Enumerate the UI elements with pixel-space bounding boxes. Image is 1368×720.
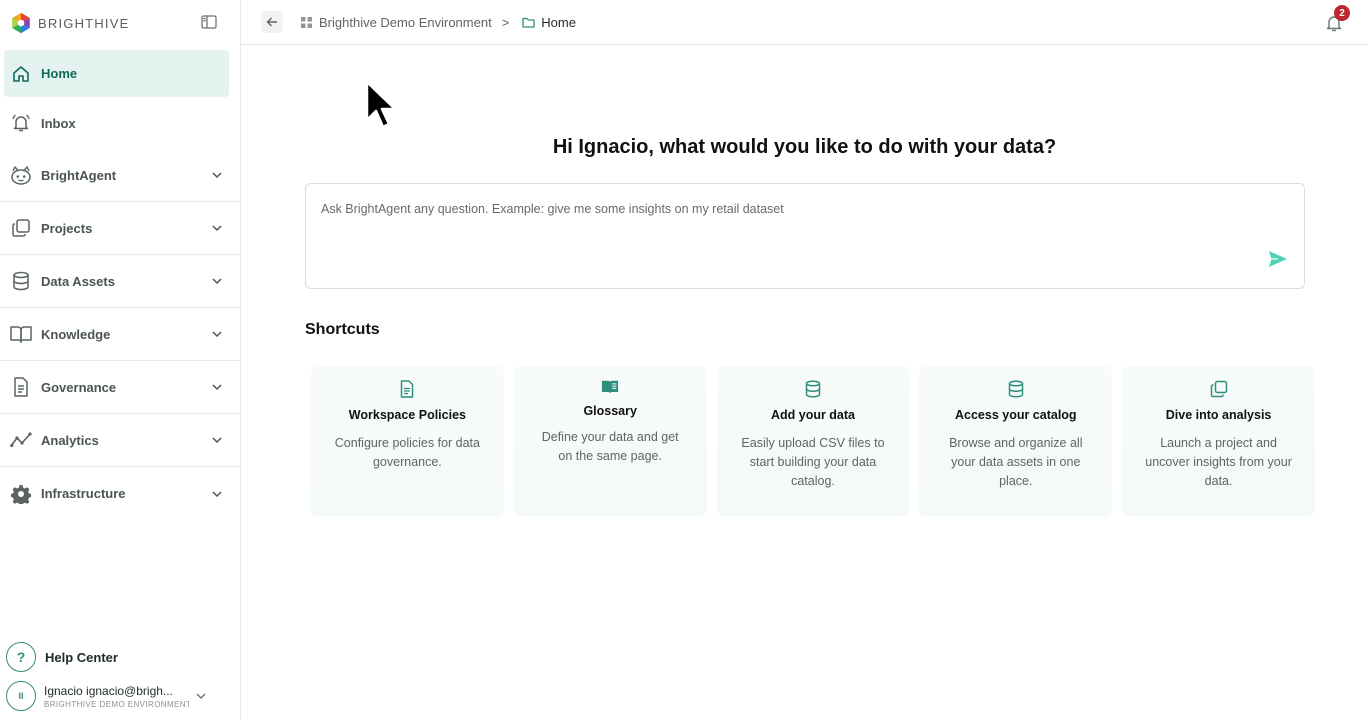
copy-icon (10, 217, 32, 239)
user-info: Ignacio ignacio@brigh... BRIGHTHIVE DEMO… (44, 684, 189, 709)
sidebar-item-projects[interactable]: Projects (0, 202, 240, 255)
sidebar-item-knowledge[interactable]: Knowledge (0, 308, 240, 361)
shortcut-access-your-catalog[interactable]: Access your catalog Browse and organize … (919, 366, 1113, 516)
document-icon (401, 380, 414, 398)
chevron-down-icon (212, 172, 222, 179)
chevron-down-icon (212, 490, 222, 497)
chevron-down-icon (212, 331, 222, 338)
document-icon (10, 376, 32, 398)
breadcrumb-label: Brighthive Demo Environment (319, 14, 492, 30)
sidebar-item-label: Infrastructure (41, 486, 126, 501)
shortcut-description: Configure policies for data governance. (334, 436, 480, 469)
shortcut-description: Browse and organize all your data assets… (949, 436, 1083, 488)
database-icon (10, 270, 32, 292)
shortcut-dive-into-analysis[interactable]: Dive into analysis Launch a project and … (1122, 366, 1315, 516)
home-icon (10, 63, 32, 85)
shortcut-title: Access your catalog (954, 408, 1077, 422)
book-open-icon (10, 323, 32, 345)
sidebar-item-home[interactable]: Home (4, 50, 229, 97)
top-bar: Brighthive Demo Environment > Home 2 (241, 0, 1368, 45)
page-title: Hi Ignacio, what would you like to do wi… (552, 136, 1057, 158)
breadcrumb-separator: > (501, 14, 510, 30)
sidebar-item-analytics[interactable]: Analytics (0, 414, 240, 467)
send-icon[interactable] (1268, 250, 1288, 268)
arrow-left-icon (266, 17, 277, 27)
brighthive-logo (12, 12, 30, 34)
breadcrumb: Brighthive Demo Environment > Home (299, 14, 576, 30)
brand[interactable]: BRIGHTHIVE (10, 11, 129, 35)
shortcut-title: Workspace Policies (348, 408, 466, 422)
shortcut-add-your-data[interactable]: Add your data Easily upload CSV files to… (716, 366, 910, 516)
sidebar-item-data-assets[interactable]: Data Assets (0, 255, 240, 308)
sidebar-item-label: Analytics (41, 432, 99, 448)
brand-name: BRIGHTHIVE (38, 15, 130, 31)
user-menu[interactable]: II Ignacio ignacio@brigh... BRIGHTHIVE D… (6, 680, 234, 712)
sidebar: BRIGHTHIVE Home Inbox BrightAgent Projec… (0, 0, 241, 720)
database-icon (805, 380, 821, 398)
shortcut-title: Glossary (583, 404, 637, 418)
chevron-down-icon (212, 278, 222, 285)
avatar: II (6, 681, 36, 711)
shortcut-description: Easily upload CSV files to start buildin… (741, 436, 885, 488)
help-center-link[interactable]: ? Help Center (6, 642, 118, 672)
shortcuts-row: Workspace Policies Configure policies fo… (311, 366, 1315, 516)
collapse-sidebar-button[interactable] (200, 13, 218, 31)
gear-icon (10, 483, 32, 505)
back-button[interactable] (261, 11, 283, 33)
trend-icon (10, 429, 32, 451)
sidebar-nav: Home Inbox BrightAgent Projects Data Ass… (0, 50, 240, 520)
sidebar-item-label: Governance (41, 379, 117, 395)
shortcut-description: Define your data and get on the same pag… (541, 430, 679, 463)
book-icon (602, 380, 619, 394)
sidebar-item-infrastructure[interactable]: Infrastructure (0, 467, 240, 520)
sidebar-item-label: Home (41, 66, 78, 81)
grid-icon (299, 15, 313, 29)
user-environment: BRIGHTHIVE DEMO ENVIRONMENT (44, 699, 189, 709)
bell-icon (10, 112, 32, 134)
shortcut-glossary[interactable]: Glossary Define your data and get on the… (513, 366, 707, 516)
chevron-down-icon (196, 693, 206, 699)
sidebar-item-label: Knowledge (41, 326, 111, 342)
user-name: Ignacio ignacio@brigh... (44, 683, 173, 698)
ask-brightagent-input[interactable] (321, 199, 1221, 219)
sidebar-item-inbox[interactable]: Inbox (0, 97, 240, 149)
breadcrumb-environment[interactable]: Brighthive Demo Environment (299, 15, 492, 30)
breadcrumb-home[interactable]: Home (521, 15, 576, 30)
main-content: Hi Ignacio, what would you like to do wi… (241, 46, 1368, 720)
shortcut-workspace-policies[interactable]: Workspace Policies Configure policies fo… (311, 366, 504, 516)
ask-brightagent-box (305, 183, 1305, 289)
shortcut-title: Add your data (770, 408, 856, 422)
sidebar-item-governance[interactable]: Governance (0, 361, 240, 414)
chevron-down-icon (212, 384, 222, 391)
breadcrumb-label: Home (541, 14, 576, 30)
shortcut-title: Dive into analysis (1165, 408, 1272, 422)
sidebar-item-brightagent[interactable]: BrightAgent (0, 149, 240, 202)
folder-icon (521, 15, 535, 29)
database-icon (1008, 380, 1024, 398)
chevron-down-icon (212, 437, 222, 444)
chevron-down-icon (212, 225, 222, 232)
sidebar-toggle-icon (201, 15, 217, 29)
sidebar-item-label: Data Assets (41, 273, 115, 289)
shortcuts-heading: Shortcuts (305, 321, 380, 338)
sidebar-item-label: Inbox (41, 115, 76, 131)
robot-icon (10, 164, 32, 186)
sidebar-item-label: Projects (41, 220, 93, 236)
sidebar-item-label: BrightAgent (41, 167, 117, 183)
help-center-label: Help Center (45, 649, 118, 665)
shortcut-description: Launch a project and uncover insights fr… (1145, 436, 1292, 488)
copy-icon (1210, 380, 1227, 398)
notification-count-badge: 2 (1334, 5, 1350, 21)
help-icon: ? (6, 642, 36, 672)
